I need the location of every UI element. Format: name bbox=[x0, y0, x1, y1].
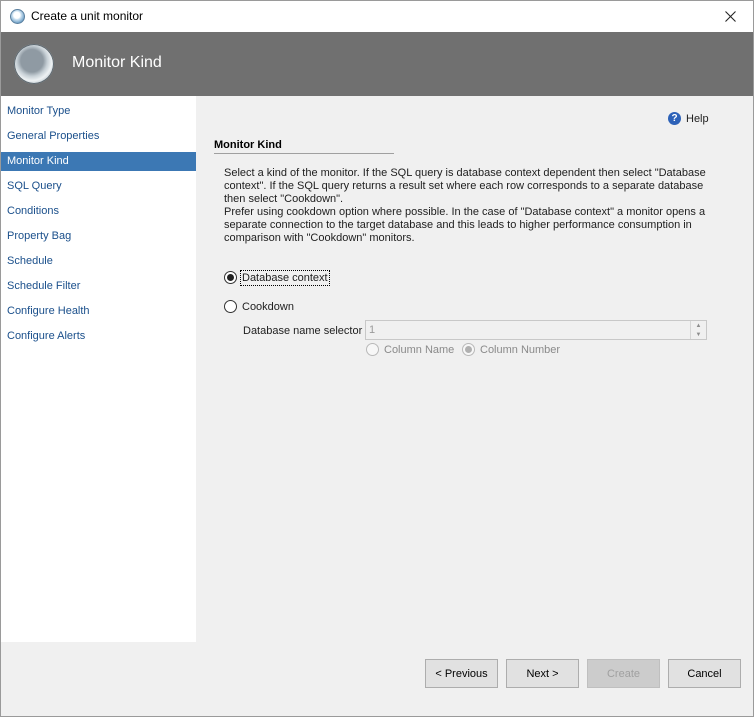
database-context-radio-button[interactable] bbox=[224, 271, 237, 284]
sidebar-item-conditions[interactable]: Conditions bbox=[1, 202, 196, 221]
database-context-label: Database context bbox=[240, 269, 330, 286]
column-name-label: Column Name bbox=[384, 343, 455, 356]
next-button[interactable]: Next > bbox=[506, 659, 579, 688]
wizard-footer: < Previous Next > Create Cancel bbox=[1, 642, 753, 716]
description-paragraph-1: Select a kind of the monitor. If the SQL… bbox=[224, 167, 706, 205]
chevron-up-icon: ▲ bbox=[695, 322, 702, 329]
spin-down-button[interactable]: ▼ bbox=[691, 330, 706, 339]
sidebar-item-configure-health[interactable]: Configure Health bbox=[1, 302, 196, 321]
app-icon bbox=[10, 9, 25, 24]
chevron-down-icon: ▼ bbox=[695, 331, 702, 338]
wizard-window: Create a unit monitor Monitor Kind Monit… bbox=[0, 0, 754, 717]
sidebar-item-general-properties[interactable]: General Properties bbox=[1, 127, 196, 146]
cancel-button[interactable]: Cancel bbox=[668, 659, 741, 688]
wizard-header: Monitor Kind bbox=[1, 32, 753, 96]
wizard-steps-sidebar: Monitor Type General Properties Monitor … bbox=[1, 96, 196, 642]
spin-up-button[interactable]: ▲ bbox=[691, 321, 706, 330]
header-title: Monitor Kind bbox=[72, 54, 162, 71]
sidebar-item-schedule[interactable]: Schedule bbox=[1, 252, 196, 271]
sidebar-item-monitor-type[interactable]: Monitor Type bbox=[1, 102, 196, 121]
sidebar-item-sql-query[interactable]: SQL Query bbox=[1, 177, 196, 196]
description-paragraph-2: Prefer using cookdown option where possi… bbox=[224, 206, 706, 244]
help-icon: ? bbox=[668, 112, 681, 125]
cookdown-radio[interactable]: Cookdown bbox=[224, 300, 294, 313]
monitor-wizard-icon bbox=[14, 44, 54, 84]
description: Select a kind of the monitor. If the SQL… bbox=[224, 167, 719, 245]
section-title: Monitor Kind bbox=[214, 139, 282, 151]
help-label: Help bbox=[686, 112, 709, 125]
cookdown-radio-button[interactable] bbox=[224, 300, 237, 313]
help-link[interactable]: ? Help bbox=[668, 112, 709, 125]
sidebar-item-property-bag[interactable]: Property Bag bbox=[1, 227, 196, 246]
section-divider bbox=[214, 153, 394, 154]
column-number-radio[interactable]: Column Number bbox=[462, 343, 560, 356]
create-button[interactable]: Create bbox=[587, 659, 660, 688]
title-bar: Create a unit monitor bbox=[1, 1, 753, 32]
sidebar-item-configure-alerts[interactable]: Configure Alerts bbox=[1, 327, 196, 346]
wizard-content: ? Help Monitor Kind Select a kind of the… bbox=[196, 96, 753, 642]
close-button[interactable] bbox=[707, 1, 753, 32]
column-number-label: Column Number bbox=[480, 343, 561, 356]
previous-button[interactable]: < Previous bbox=[425, 659, 498, 688]
sidebar-item-monitor-kind[interactable]: Monitor Kind bbox=[1, 152, 196, 171]
database-name-selector-spinner[interactable]: 1 ▲ ▼ bbox=[365, 320, 707, 340]
spinner-buttons: ▲ ▼ bbox=[690, 321, 706, 339]
column-name-radio[interactable]: Column Name bbox=[366, 343, 454, 356]
cookdown-label: Cookdown bbox=[242, 300, 294, 313]
window-title: Create a unit monitor bbox=[31, 9, 144, 23]
close-icon bbox=[724, 11, 736, 22]
column-number-radio-button[interactable] bbox=[462, 343, 475, 356]
database-name-selector-value: 1 bbox=[369, 324, 376, 336]
database-context-radio[interactable]: Database context bbox=[224, 269, 330, 286]
column-name-radio-button[interactable] bbox=[366, 343, 379, 356]
database-name-selector-label: Database name selector bbox=[243, 325, 363, 337]
sidebar-item-schedule-filter[interactable]: Schedule Filter bbox=[1, 277, 196, 296]
